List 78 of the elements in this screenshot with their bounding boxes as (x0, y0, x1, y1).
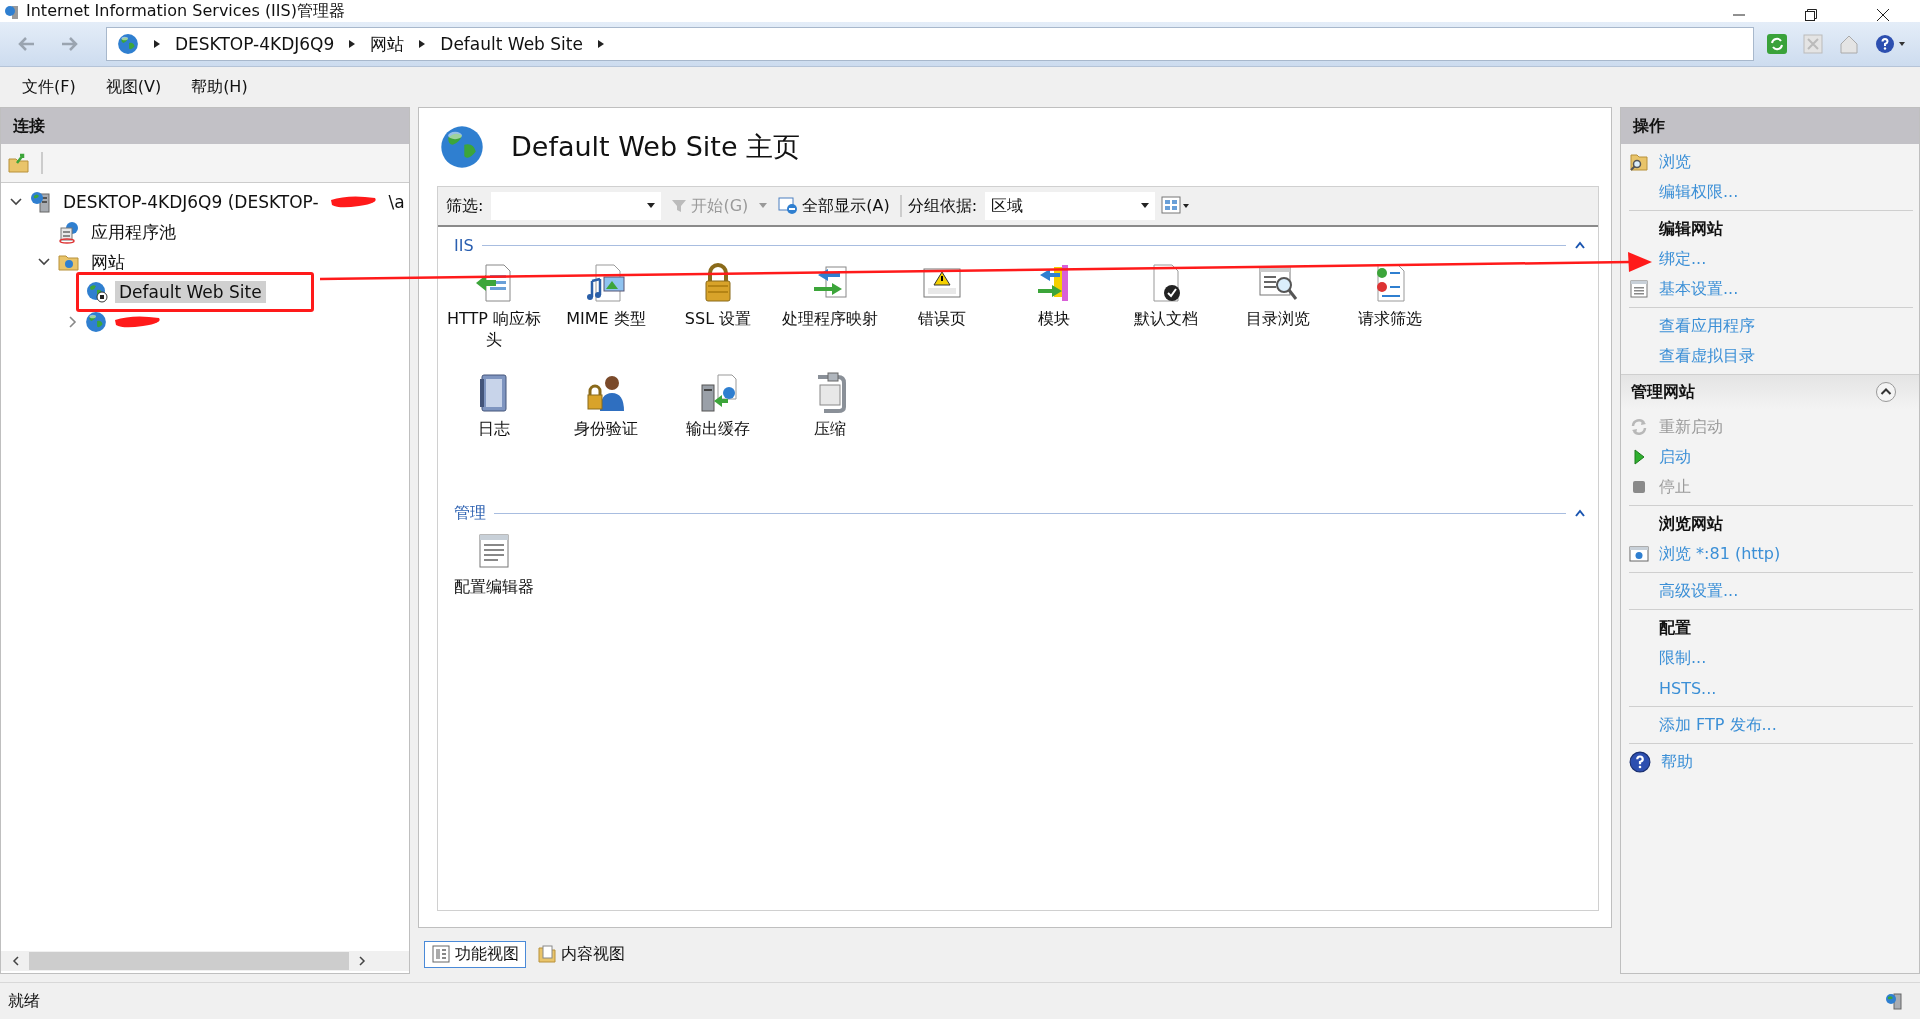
help-icon[interactable] (1874, 33, 1908, 55)
window-icon (778, 197, 799, 215)
view-mode-icon[interactable] (1161, 196, 1192, 216)
dropdown-caret-icon[interactable] (1141, 203, 1150, 209)
server-icon (29, 190, 53, 214)
feature-label[interactable]: 身份验证 (574, 419, 638, 440)
section-title: 编辑网站 (1659, 218, 1723, 240)
feature-label[interactable]: 压缩 (814, 419, 846, 440)
address-bar[interactable]: DESKTOP-4KDJ6Q9 网站 Default Web Site (106, 27, 1754, 61)
feature-label[interactable]: 处理程序映射 (782, 309, 878, 330)
tree-item[interactable]: DESKTOP-4KDJ6Q9 (DESKTOP- (59, 191, 323, 213)
panel-header: 操作 (1621, 108, 1919, 144)
tree-item[interactable]: 网站 (87, 249, 129, 275)
tree-item[interactable]: Default Web Site (115, 281, 266, 303)
globe-icon (439, 124, 485, 170)
close-icon[interactable] (1876, 8, 1890, 22)
menu-item[interactable]: 文件(F) (22, 76, 76, 98)
folder-icon[interactable] (7, 151, 31, 175)
menu-item[interactable]: 视图(V) (105, 76, 162, 98)
feature-label[interactable]: SSL 设置 (684, 309, 752, 330)
dropdown-caret-icon[interactable] (647, 203, 656, 209)
filter-field[interactable] (491, 192, 662, 220)
folder-document-icon (537, 944, 557, 964)
funnel-icon (671, 198, 688, 214)
refresh-icon[interactable] (1766, 33, 1788, 55)
help-icon (1629, 751, 1651, 773)
panel-header: 连接 (1, 108, 409, 144)
feature-label[interactable]: 请求筛选 (1358, 309, 1422, 330)
mime-icon (584, 261, 628, 305)
browser-window-icon (1629, 544, 1649, 564)
window-title: Internet Information Services (IIS)管理器 (26, 1, 345, 22)
section-title: 管理网站 (1631, 381, 1695, 403)
filter-label: 筛选: (446, 195, 485, 217)
show-all-button[interactable]: 全部显示(A) (774, 193, 894, 219)
folder-search-icon (1629, 152, 1649, 172)
breadcrumb-item[interactable]: Default Web Site (440, 34, 583, 54)
group-by-dropdown[interactable]: 区域 (985, 192, 1156, 220)
section-title: 浏览网站 (1659, 513, 1723, 535)
breadcrumb-item[interactable]: DESKTOP-4KDJ6Q9 (175, 34, 335, 54)
collapse-icon[interactable] (1875, 381, 1897, 403)
feature-label[interactable]: MIME 类型 (566, 309, 646, 330)
group-by-label: 分组依据: (907, 195, 979, 217)
feature-label[interactable]: 目录浏览 (1246, 309, 1310, 330)
breadcrumb-arrow-icon[interactable] (153, 39, 161, 49)
app-pool-icon (57, 220, 81, 244)
collapse-icon[interactable] (1574, 508, 1586, 518)
form-icon (1629, 279, 1649, 299)
feature-label[interactable]: 输出缓存 (686, 419, 750, 440)
feature-label[interactable]: HTTP 响应标头 (444, 309, 544, 351)
globe-icon (117, 33, 139, 55)
list-view-icon (431, 944, 451, 964)
feature-label[interactable]: 错误页 (918, 309, 966, 330)
feature-label[interactable]: 日志 (478, 419, 510, 440)
app-icon (4, 3, 20, 20)
restore-icon[interactable] (1804, 8, 1818, 22)
group-title: IIS (454, 235, 474, 255)
group-title: 管理 (454, 502, 486, 524)
feature-label[interactable]: 配置编辑器 (454, 577, 534, 598)
tree-item[interactable]: 应用程序池 (87, 219, 180, 245)
feature-label[interactable]: 模块 (1038, 309, 1070, 330)
view-tab[interactable]: 功能视图 (424, 940, 526, 968)
page-title: Default Web Site 主页 (511, 130, 801, 164)
horizontal-scrollbar[interactable] (1, 951, 409, 971)
feature-label[interactable]: 默认文档 (1134, 309, 1198, 330)
section-title: 配置 (1659, 617, 1691, 639)
menu-item[interactable]: 帮助(H) (191, 76, 248, 98)
server-icon (1884, 991, 1904, 1011)
tree-item-label-end: \a (387, 191, 406, 213)
breadcrumb-arrow-icon[interactable] (418, 39, 427, 49)
website-icon (85, 280, 109, 304)
breadcrumb-item[interactable]: 网站 (370, 32, 405, 56)
collapse-icon[interactable] (1574, 240, 1586, 250)
globe-icon (85, 311, 107, 333)
view-tab[interactable]: 内容视图 (530, 940, 632, 968)
breadcrumb-arrow-icon[interactable] (596, 39, 605, 49)
breadcrumb-arrow-icon[interactable] (348, 39, 357, 49)
refresh-icon (1629, 417, 1649, 437)
status-text: 就绪 (8, 990, 40, 1012)
